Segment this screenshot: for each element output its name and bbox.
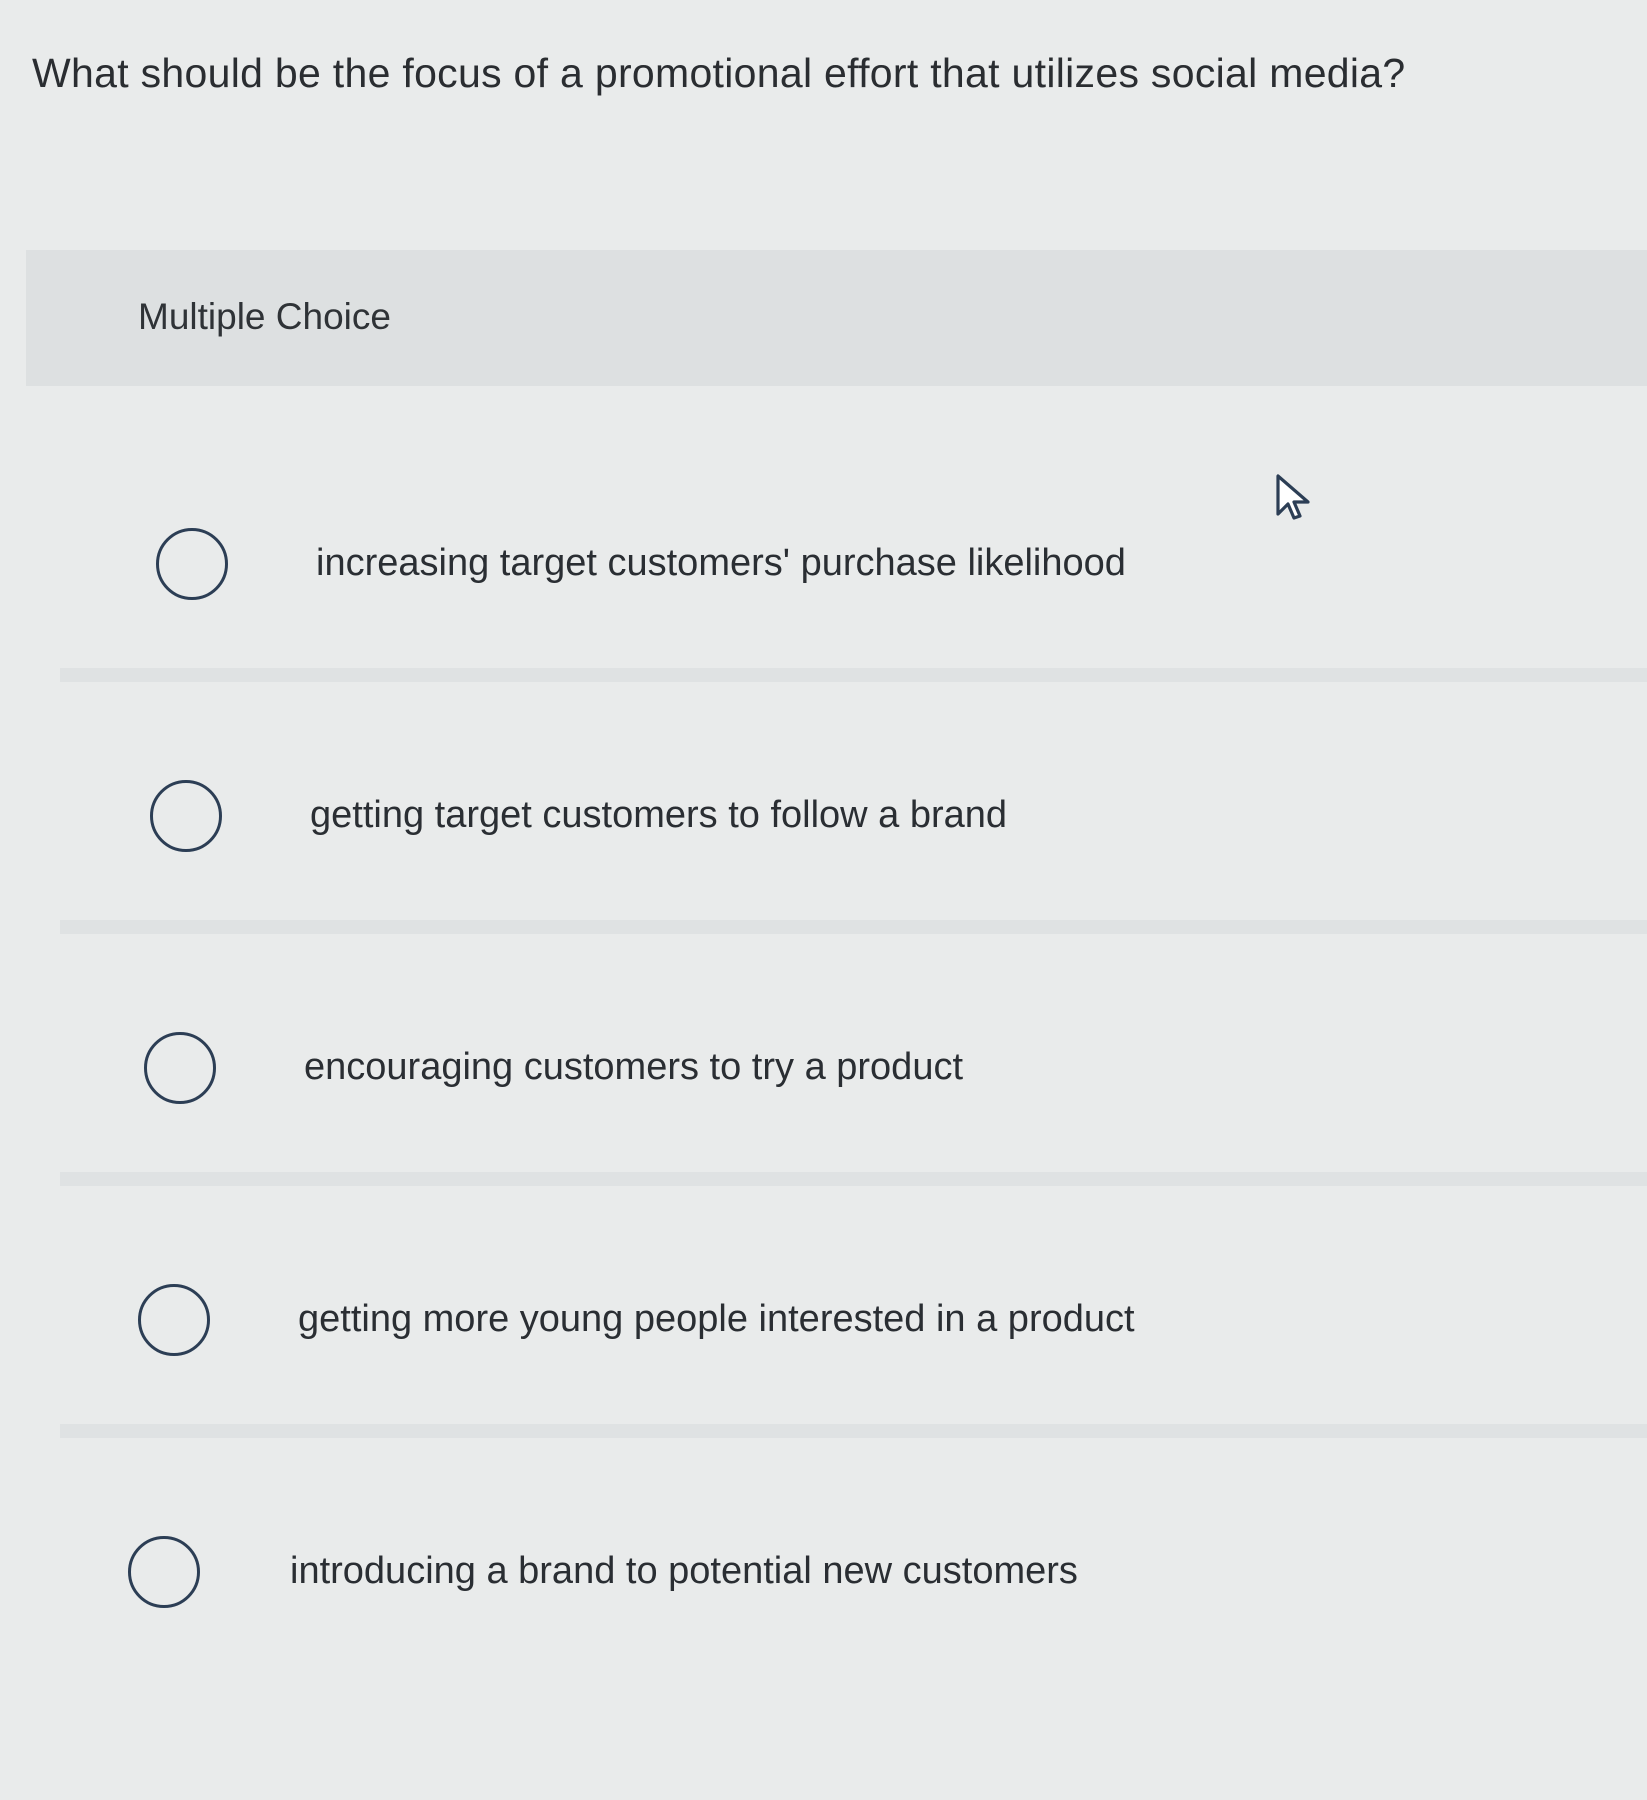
answer-option-2[interactable]: getting target customers to follow a bra… [60, 682, 1647, 934]
radio-unselected-icon[interactable] [156, 528, 228, 600]
radio-unselected-icon[interactable] [144, 1032, 216, 1104]
question-text: What should be the focus of a promotiona… [32, 50, 1406, 96]
radio-unselected-icon[interactable] [150, 780, 222, 852]
answer-option-5[interactable]: introducing a brand to potential new cus… [60, 1438, 1647, 1690]
radio-unselected-icon[interactable] [138, 1284, 210, 1356]
answer-option-label: increasing target customers' purchase li… [316, 542, 1126, 584]
multiple-choice-header: Multiple Choice [26, 250, 1647, 386]
answer-option-label: getting target customers to follow a bra… [310, 794, 1008, 836]
answer-option-label: introducing a brand to potential new cus… [290, 1550, 1078, 1592]
radio-unselected-icon[interactable] [128, 1536, 200, 1608]
answer-option-label: encouraging customers to try a product [304, 1046, 964, 1088]
multiple-choice-label: Multiple Choice [138, 296, 391, 337]
answer-option-1[interactable]: increasing target customers' purchase li… [60, 430, 1647, 682]
answer-options: increasing target customers' purchase li… [60, 430, 1647, 1690]
mouse-pointer-icon [1276, 474, 1310, 520]
answer-option-label: getting more young people interested in … [298, 1298, 1135, 1340]
answer-option-4[interactable]: getting more young people interested in … [60, 1186, 1647, 1438]
answer-option-3[interactable]: encouraging customers to try a product [60, 934, 1647, 1186]
